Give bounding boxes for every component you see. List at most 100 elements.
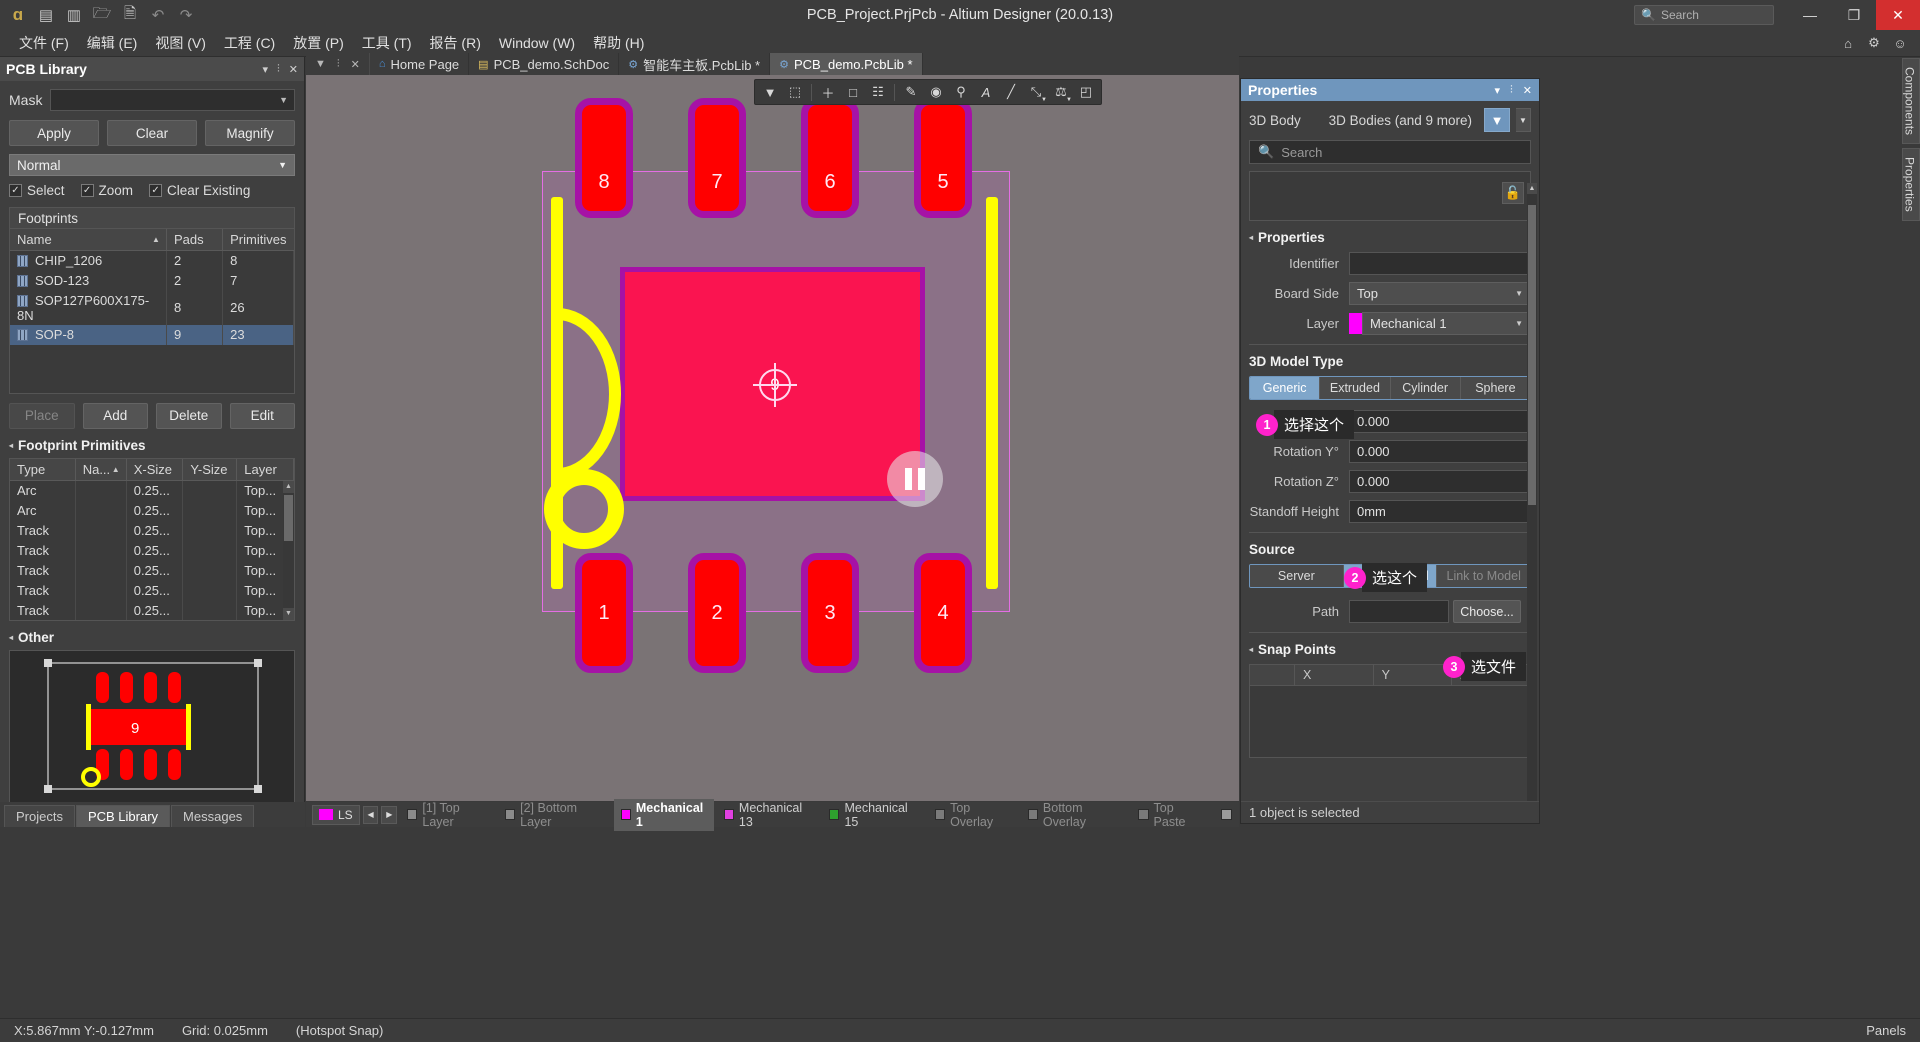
menu-file[interactable]: 文件 (F): [10, 30, 78, 56]
scroll-up-icon[interactable]: ▲: [1527, 183, 1537, 194]
table-row[interactable]: Track 0.25... Top...: [10, 520, 294, 540]
delete-button[interactable]: Delete: [156, 402, 222, 429]
footprint-primitives-header[interactable]: ◂ Footprint Primitives: [9, 438, 295, 453]
doc-pin-icon[interactable]: ⫶: [337, 58, 340, 71]
layer-select[interactable]: Mechanical 1 ▼: [1362, 312, 1531, 335]
doc-tab-pcb-demo-schdoc[interactable]: ▤ PCB_demo.SchDoc: [469, 53, 620, 75]
model-type-generic[interactable]: Generic: [1250, 377, 1321, 399]
layer-tab-mechanical-1[interactable]: Mechanical 1: [613, 798, 714, 831]
silkscreen-right-line[interactable]: [986, 197, 998, 589]
panel-close-icon[interactable]: ✕: [289, 63, 298, 76]
tab-messages[interactable]: Messages: [171, 805, 255, 827]
primitives-col-name[interactable]: Na... ▲: [75, 458, 127, 481]
place-pad-array-icon[interactable]: ☷: [866, 81, 890, 103]
snap-col-y[interactable]: Y: [1373, 664, 1453, 686]
primitives-col-type[interactable]: Type: [10, 458, 76, 481]
layer-prev-button[interactable]: ◀: [362, 805, 379, 824]
home-icon[interactable]: ⌂: [1836, 32, 1860, 54]
table-row[interactable]: Track 0.25... Top...: [10, 600, 294, 620]
lock-icon[interactable]: 🔓: [1502, 182, 1524, 204]
pad-6[interactable]: 6: [801, 98, 859, 218]
place-line-icon[interactable]: ╱: [999, 81, 1023, 103]
primitives-col-xsize[interactable]: X-Size: [126, 458, 184, 481]
properties-search-input[interactable]: 🔍 Search: [1249, 140, 1531, 164]
menu-window[interactable]: Window (W): [490, 32, 584, 54]
table-row[interactable]: Arc 0.25... Top...: [10, 500, 294, 520]
magnify-button[interactable]: Magnify: [205, 120, 295, 146]
primitives-col-ysize[interactable]: Y-Size: [182, 458, 238, 481]
doc-tab-home-page[interactable]: ⌂ Home Page: [370, 53, 470, 75]
place-polygon-icon[interactable]: ✎: [899, 81, 923, 103]
filter-dropdown-icon[interactable]: ▼: [1516, 108, 1531, 132]
panel-close-icon[interactable]: ✕: [1523, 84, 1532, 97]
silkscreen-circle-marker[interactable]: [544, 469, 624, 549]
pause-overlay-icon[interactable]: [887, 451, 943, 507]
pcb-editor-canvas[interactable]: 8 7 6 5 1 2 3 4 9 ▼ ⬚ ＋ □ ☷ ✎ ◉ ⚲ A ╱ ⤡ …: [306, 75, 1239, 801]
table-row[interactable]: SOD-123 2 7: [10, 270, 294, 291]
menu-view[interactable]: 视图 (V): [146, 30, 215, 56]
scrollbar-thumb[interactable]: [284, 494, 293, 541]
apply-button[interactable]: Apply: [9, 120, 99, 146]
scroll-down-icon[interactable]: ▼: [283, 607, 294, 620]
mask-input[interactable]: ▼: [50, 89, 295, 111]
path-field[interactable]: [1349, 600, 1449, 623]
mask-mode-select[interactable]: Normal ▼: [9, 154, 295, 176]
source-server[interactable]: Server: [1250, 565, 1344, 587]
tab-pcb-library[interactable]: PCB Library: [75, 805, 171, 827]
scroll-up-icon[interactable]: ▲: [283, 480, 294, 493]
board-side-select[interactable]: Top ▼: [1349, 282, 1531, 305]
table-row[interactable]: Arc 0.25... Top...: [10, 480, 294, 500]
pad-5[interactable]: 5: [914, 98, 972, 218]
layer-tab-bottom-overlay[interactable]: Bottom Overlay: [1021, 799, 1129, 831]
place-dimension-icon[interactable]: ⤡ ▼: [1024, 81, 1048, 103]
place-button[interactable]: Place: [9, 402, 75, 429]
tab-components[interactable]: Components: [1901, 58, 1920, 145]
pad-7[interactable]: 7: [688, 98, 746, 218]
pad-1[interactable]: 1: [575, 553, 633, 673]
place-3d-body-icon[interactable]: ◰: [1074, 81, 1098, 103]
doc-dropdown-icon[interactable]: ▼: [315, 58, 326, 70]
rotation-x-field[interactable]: 0.000: [1349, 410, 1531, 433]
open-project-icon[interactable]: 🗎: [117, 3, 143, 27]
model-type-sphere[interactable]: Sphere: [1460, 377, 1530, 399]
checkbox-clear-existing[interactable]: ✓ Clear Existing: [149, 183, 250, 198]
footprints-col-name[interactable]: Name ▲: [10, 229, 167, 251]
panels-button[interactable]: Panels: [1866, 1023, 1920, 1038]
silkscreen-pin1-arc[interactable]: [551, 308, 621, 480]
panel-dropdown-icon[interactable]: ▾: [1495, 84, 1501, 97]
panel-pin-icon[interactable]: ⫶: [277, 63, 280, 76]
checkbox-zoom[interactable]: ✓ Zoom: [80, 183, 133, 198]
pad-8[interactable]: 8: [575, 98, 633, 218]
tab-projects[interactable]: Projects: [4, 805, 75, 827]
table-row[interactable]: Track 0.25... Top...: [10, 580, 294, 600]
menu-edit[interactable]: 编辑 (E): [78, 30, 147, 56]
global-search-input[interactable]: 🔍 Search: [1634, 5, 1774, 25]
identifier-field[interactable]: [1349, 252, 1531, 275]
snap-col-x[interactable]: X: [1294, 664, 1374, 686]
layer-tab-mechanical-13[interactable]: Mechanical 13: [717, 799, 820, 831]
menu-project[interactable]: 工程 (C): [215, 30, 284, 56]
table-row[interactable]: CHIP_1206 2 8: [10, 250, 294, 271]
open-icon[interactable]: 🗁: [89, 3, 115, 27]
table-row[interactable]: Track 0.25... Top...: [10, 560, 294, 580]
minimize-button[interactable]: —: [1788, 0, 1832, 30]
properties-scrollbar[interactable]: ▲ ▼: [1527, 183, 1537, 819]
close-button[interactable]: ✕: [1876, 0, 1920, 30]
place-via-icon[interactable]: ◉: [924, 81, 948, 103]
edit-button[interactable]: Edit: [229, 402, 295, 429]
filter-icon[interactable]: ▼: [1484, 108, 1510, 132]
rotation-z-field[interactable]: 0.000: [1349, 470, 1531, 493]
maximize-button[interactable]: ❐: [1832, 0, 1876, 30]
layer-next-button[interactable]: ▶: [381, 805, 398, 824]
add-button[interactable]: Add: [82, 402, 148, 429]
pad-4[interactable]: 4: [914, 553, 972, 673]
pad-2[interactable]: 2: [688, 553, 746, 673]
user-account-icon[interactable]: ☺: [1888, 32, 1912, 54]
selection-filter-icon[interactable]: ⬚: [783, 81, 807, 103]
save-icon[interactable]: ▤: [33, 3, 59, 27]
table-row[interactable]: Track 0.25... Top...: [10, 540, 294, 560]
doc-tab-controls[interactable]: ▼ ⫶ ✕: [306, 53, 370, 75]
table-row[interactable]: SOP127P600X175-8N 8 26: [10, 290, 294, 325]
add-icon[interactable]: ＋: [816, 81, 840, 103]
save-all-icon[interactable]: ▥: [61, 3, 87, 27]
